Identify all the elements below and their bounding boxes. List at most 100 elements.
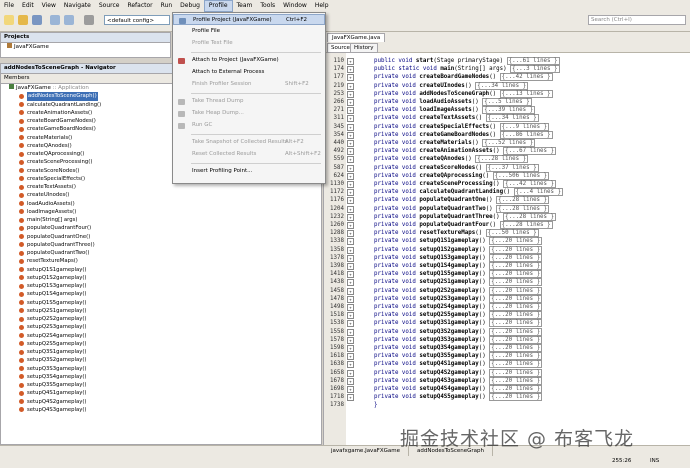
fold-toggle-icon[interactable]: + [347,328,354,336]
breadcrumb-item[interactable]: javafxgame.JavaFXGame [323,446,409,456]
member-item[interactable]: setupQ2S1gameplay() [19,307,321,315]
fold-toggle-icon[interactable]: + [347,230,354,238]
member-item[interactable]: populateQuadrantFour() [19,224,321,232]
folded-code-box[interactable]: {...20 lines } [489,278,543,287]
new-file-icon[interactable] [4,15,14,25]
folded-code-box[interactable]: {...4 lines } [513,188,563,197]
fold-toggle-icon[interactable]: + [347,320,354,328]
fold-toggle-icon[interactable]: + [347,148,354,156]
member-item[interactable]: setupQ4S2gameplay() [19,398,321,406]
project-item[interactable]: JavaFXGame [1,43,170,52]
folded-code-box[interactable]: {...42 lines } [499,73,553,82]
profile-menu-item[interactable]: Attach to External Process [173,67,325,78]
member-item[interactable]: loadImageAssets() [19,208,321,216]
member-item[interactable]: setupQ4S3gameplay() [19,406,321,414]
fold-toggle-icon[interactable]: + [347,336,354,344]
member-item[interactable]: setupQ3S2gameplay() [19,356,321,364]
fold-toggle-icon[interactable]: + [347,369,354,377]
member-item[interactable]: main(String[] args) [19,216,321,224]
folded-code-box[interactable]: {...52 lines } [482,139,536,147]
menu-refactor[interactable]: Refactor [123,0,156,12]
menu-navigate[interactable]: Navigate [60,0,95,12]
member-item[interactable]: loadAudioAssets() [19,200,321,208]
menu-file[interactable]: File [0,0,18,12]
menu-team[interactable]: Team [233,0,257,12]
search-input[interactable]: Search (Ctrl+I) [588,15,686,25]
profile-menu-item[interactable]: Finish Profiler Session Shift+F2 [173,79,325,90]
fold-toggle-icon[interactable]: + [347,107,354,115]
folded-code-box[interactable]: {...20 lines } [489,368,543,377]
menu-run[interactable]: Run [157,0,177,12]
fold-toggle-icon[interactable]: + [347,213,354,221]
save-icon[interactable] [32,15,42,25]
fold-toggle-icon[interactable]: + [347,205,354,213]
profile-menu-item[interactable]: Take Snapshot of Collected Results Alt+F2 [173,137,325,148]
folded-code-box[interactable]: {...20 lines } [489,327,543,336]
folded-code-box[interactable]: {...20 lines } [489,352,543,361]
profile-menu-item[interactable]: Attach to Project (JavaFXGame) [173,55,325,66]
member-item[interactable]: setupQ2S2gameplay() [19,315,321,323]
fold-toggle-icon[interactable]: + [347,377,354,385]
build-icon[interactable] [84,15,94,25]
member-item[interactable]: setupQ1S4gameplay() [19,290,321,298]
member-item[interactable]: populateQuadrantThree() [19,241,321,249]
folded-code-box[interactable]: {...34 lines } [475,81,529,90]
folded-code-box[interactable]: {...20 lines } [489,360,543,369]
fold-toggle-icon[interactable]: + [347,82,354,90]
fold-toggle-icon[interactable]: + [347,246,354,254]
member-item[interactable]: setupQ2S5gameplay() [19,340,321,348]
fold-toggle-icon[interactable]: + [347,164,354,172]
member-item[interactable]: createUInodes() [19,191,321,199]
folded-code-box[interactable]: {...3 lines } [510,65,560,74]
fold-toggle-icon[interactable]: + [347,353,354,361]
member-item[interactable]: setupQ3S3gameplay() [19,365,321,373]
folded-code-box[interactable]: {...20 lines } [489,319,543,328]
fold-toggle-icon[interactable]: + [347,222,354,229]
folded-code-box[interactable]: {...9 lines } [499,122,550,131]
redo-icon[interactable] [64,15,74,25]
fold-toggle-icon[interactable]: + [347,156,354,164]
menu-debug[interactable]: Debug [176,0,204,12]
profile-menu-item[interactable]: Profile Test File [173,38,325,49]
fold-toggle-icon[interactable]: + [347,263,354,270]
folded-code-box[interactable]: {...20 lines } [489,311,543,320]
folded-code-box[interactable]: {...28 lines } [496,196,550,205]
fold-toggle-icon[interactable]: + [347,181,354,188]
member-item[interactable]: setupQ1S1gameplay() [19,266,321,274]
fold-toggle-icon[interactable]: + [347,254,354,262]
fold-toggle-icon[interactable]: + [347,140,354,147]
fold-toggle-icon[interactable]: + [347,99,354,106]
fold-toggle-icon[interactable]: + [347,189,354,197]
fold-toggle-icon[interactable]: + [347,304,354,311]
member-item[interactable]: setupQ3S5gameplay() [19,381,321,389]
folded-code-box[interactable]: {...28 lines } [496,204,550,213]
folded-code-box[interactable]: {...5 lines } [482,98,532,106]
menu-window[interactable]: Window [279,0,311,12]
menu-source[interactable]: Source [95,0,124,12]
fold-toggle-icon[interactable]: + [347,279,354,287]
folded-code-box[interactable]: {...20 lines } [489,393,543,402]
fold-toggle-icon[interactable]: + [347,361,354,369]
menu-tools[interactable]: Tools [256,0,279,12]
folded-code-box[interactable]: {...20 lines } [489,262,543,270]
member-item[interactable]: setupQ4S1gameplay() [19,389,321,397]
member-item[interactable]: populateQuadrantOne() [19,233,321,241]
member-item[interactable]: setupQ1S5gameplay() [19,299,321,307]
member-item[interactable]: createTextAssets() [19,183,321,191]
folded-code-box[interactable]: {...28 lines } [475,155,529,164]
profile-menu-item[interactable]: Take Thread Dump [173,96,325,107]
open-folder-icon[interactable] [18,15,28,25]
projects-tab[interactable]: Projects [1,33,170,43]
menu-help[interactable]: Help [311,0,333,12]
fold-toggle-icon[interactable]: + [347,271,354,279]
fold-toggle-icon[interactable]: + [347,74,354,82]
folded-code-box[interactable]: {...28 lines } [503,212,557,221]
folded-code-box[interactable]: {...39 lines } [482,106,536,115]
member-item[interactable]: resetTextureMaps() [19,257,321,265]
folded-code-box[interactable]: {...37 lines } [485,163,539,172]
folded-code-box[interactable]: {...50 lines } [485,229,539,238]
member-item[interactable]: setupQ1S3gameplay() [19,282,321,290]
folded-code-box[interactable]: {...20 lines } [489,303,543,311]
fold-toggle-icon[interactable]: + [347,58,354,65]
folded-code-box[interactable]: {...20 lines } [489,294,543,303]
